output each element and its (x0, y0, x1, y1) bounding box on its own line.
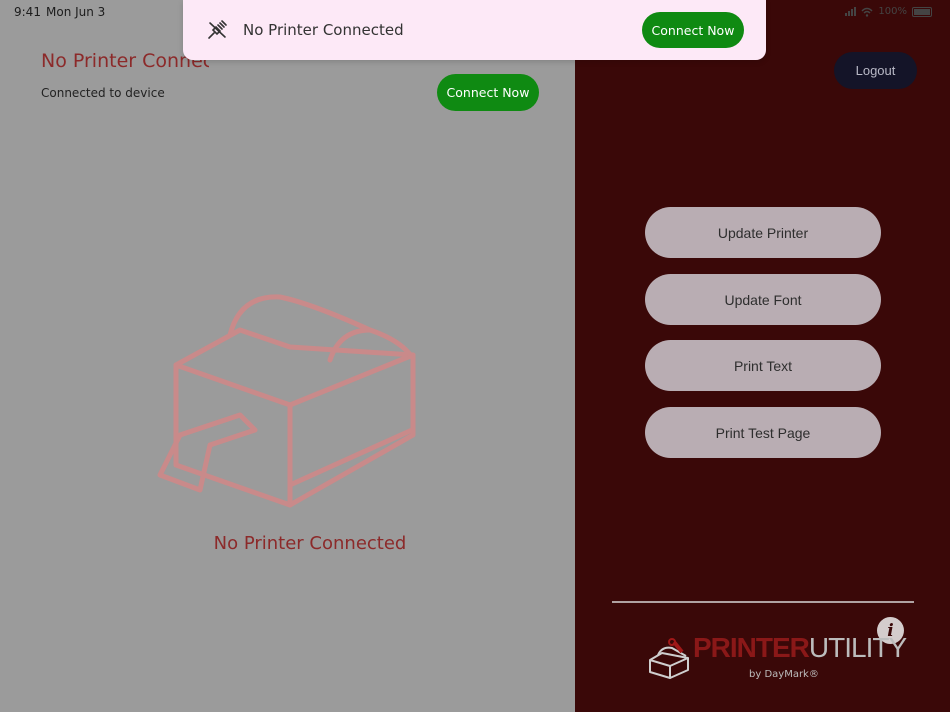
status-indicators: 100% (845, 6, 932, 17)
sidebar-divider (612, 601, 914, 603)
plug-disconnected-icon (208, 20, 227, 39)
app-logo: PRINTERUTILITY (693, 632, 907, 664)
print-text-button[interactable]: Print Text (645, 340, 881, 391)
logo-byline: by DayMark® (749, 669, 819, 680)
update-printer-button[interactable]: Update Printer (645, 207, 881, 258)
empty-state-label: No Printer Connected (213, 533, 407, 554)
battery-icon (912, 6, 932, 17)
printer-outline-icon (157, 294, 416, 508)
print-test-page-button[interactable]: Print Test Page (645, 407, 881, 458)
logo-utility-text: UTILITY (808, 632, 907, 663)
printer-utility-logo-icon (649, 638, 689, 679)
banner-connect-now-button[interactable]: Connect Now (642, 12, 744, 48)
banner-message: No Printer Connected (243, 21, 404, 39)
signal-icon (845, 7, 857, 16)
wifi-icon (861, 7, 873, 17)
connect-now-button[interactable]: Connect Now (437, 74, 539, 111)
status-date: Mon Jun 3 (46, 5, 106, 19)
status-time: 9:41 (14, 5, 41, 19)
logout-button[interactable]: Logout (834, 52, 917, 89)
connection-subtitle: Connected to device (41, 86, 165, 100)
update-font-button[interactable]: Update Font (645, 274, 881, 325)
logo-printer-text: PRINTER (693, 632, 810, 663)
battery-percent: 100% (878, 6, 907, 17)
